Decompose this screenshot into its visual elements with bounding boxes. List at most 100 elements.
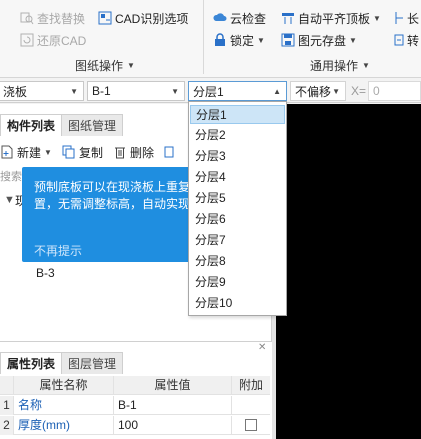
ribbon-separator: [203, 0, 204, 74]
element-save-label: 图元存盘: [298, 33, 347, 48]
common-ops-group-label[interactable]: 通用操作 ▼: [310, 57, 370, 74]
chevron-down-icon: ▼: [332, 87, 340, 96]
dropdown-option[interactable]: 分层4: [190, 168, 285, 187]
table-row[interactable]: 2 厚度(mm) 100: [0, 416, 270, 435]
chevron-down-icon: ▼: [44, 147, 52, 157]
convert-label: 转: [407, 33, 420, 48]
new-label: 新建: [17, 145, 42, 160]
property-toolbar: 浇板 ▼ B-1 ▼ 分层1 ▲ 不偏移 ▼ X= 0: [0, 79, 421, 103]
table-row[interactable]: 1 名称 B-1: [0, 396, 270, 415]
restore-cad-label: 还原CAD: [37, 33, 87, 48]
tree-item-b3[interactable]: B-3: [36, 266, 55, 280]
dropdown-option[interactable]: 分层10: [190, 294, 285, 313]
restore-cad-button[interactable]: 还原CAD: [20, 31, 86, 49]
chevron-down-icon: ▼: [257, 35, 265, 45]
more-button[interactable]: [164, 145, 178, 159]
lock-icon: [213, 33, 227, 47]
tooltip-text: 预制底板可以在现浇板上重复布置，无需调整标高，自动实现扣减: [34, 180, 215, 211]
dropdown-option[interactable]: 分层8: [190, 252, 285, 271]
tab-drawing-management[interactable]: 图纸管理: [61, 114, 124, 136]
component-toolbar: 新建 ▼ 复制 删除: [0, 142, 178, 162]
chevron-down-icon: ▼: [362, 61, 370, 70]
component-name-combo[interactable]: B-1 ▼: [87, 81, 185, 101]
copy-button[interactable]: 复制: [62, 144, 103, 161]
trash-icon: [113, 145, 127, 159]
cad-options-label: CAD识别选项: [115, 11, 189, 26]
x-input[interactable]: 0: [368, 81, 421, 101]
ribbon: 查找替换 CAD识别选项 还原CAD 图纸操作 ▼ 云检查 自动平齐顶板 ▼ 长: [0, 0, 421, 78]
delete-label: 删除: [129, 145, 154, 160]
category-combo[interactable]: 浇板 ▼: [0, 81, 84, 101]
column-header: 属性值: [114, 376, 232, 395]
feature-tooltip: 预制底板可以在现浇板上重复布置，无需调整标高，自动实现扣减 不再提示: [22, 167, 214, 262]
find-replace-button[interactable]: 查找替换: [20, 9, 85, 27]
chevron-down-icon: ▼: [349, 35, 357, 45]
lock-label: 锁定: [230, 33, 255, 48]
property-name: 名称: [14, 396, 114, 415]
dropdown-option[interactable]: 分层5: [190, 189, 285, 208]
tab-property-list[interactable]: 属性列表: [0, 352, 63, 374]
property-value[interactable]: B-1: [114, 396, 232, 415]
component-panel-tabs: 构件列表 图纸管理: [0, 114, 124, 136]
dropdown-option[interactable]: 分层3: [190, 147, 285, 166]
new-button[interactable]: 新建 ▼: [0, 144, 52, 161]
layer-combo[interactable]: 分层1 ▲: [188, 81, 287, 101]
element-save-button[interactable]: 图元存盘 ▼: [281, 31, 357, 49]
row-index: 2: [0, 416, 14, 435]
table-header: 属性名称 属性值 附加: [0, 376, 270, 395]
offset-combo[interactable]: 不偏移 ▼: [290, 81, 346, 101]
drawing-ops-group-label[interactable]: 图纸操作 ▼: [75, 57, 135, 74]
lock-button[interactable]: 锁定 ▼: [213, 31, 265, 49]
cad-options-button[interactable]: CAD识别选项: [98, 9, 188, 27]
row-index: 1: [0, 396, 14, 415]
category-combo-value: 浇板: [3, 84, 28, 99]
auto-flush-slab-button[interactable]: 自动平齐顶板 ▼: [281, 9, 381, 27]
chevron-down-icon: ▼: [70, 87, 78, 96]
ruler-icon: [394, 11, 404, 25]
dropdown-option[interactable]: 分层9: [190, 273, 285, 292]
convert-icon: [394, 33, 404, 47]
dont-show-again-link[interactable]: 不再提示: [34, 242, 82, 259]
layer-combo-value: 分层1: [193, 84, 224, 99]
common-ops-group-text: 通用操作: [310, 59, 359, 73]
layer-dropdown-list: 分层1 分层2 分层3 分层4 分层5 分层6 分层7 分层8 分层9 分层10: [188, 101, 287, 316]
save-icon: [281, 33, 295, 47]
column-header: 附加: [238, 378, 263, 392]
component-name-value: B-1: [92, 84, 111, 98]
restore-cad-icon: [20, 33, 34, 47]
cloud-check-button[interactable]: 云检查: [213, 9, 266, 27]
dropdown-option[interactable]: 分层2: [190, 126, 285, 145]
tree-expand-icon[interactable]: ▼: [4, 194, 15, 206]
cad-options-icon: [98, 11, 112, 25]
chevron-up-icon: ▲: [273, 87, 281, 96]
chevron-down-icon: ▼: [171, 87, 179, 96]
delete-button[interactable]: 删除: [113, 144, 154, 161]
tab-component-list[interactable]: 构件列表: [0, 114, 63, 136]
property-name: 厚度(mm): [14, 416, 114, 435]
dropdown-option[interactable]: 分层7: [190, 231, 285, 250]
convert-button[interactable]: 转: [394, 31, 419, 49]
tab-layer-management[interactable]: 图层管理: [61, 352, 124, 374]
flush-slab-icon: [281, 11, 295, 25]
property-panel-tabs: 属性列表 图层管理: [0, 352, 124, 374]
drawing-canvas[interactable]: [276, 104, 421, 439]
dropdown-option[interactable]: 分层1: [190, 105, 285, 124]
new-doc-icon: [0, 145, 14, 159]
layer-copy-icon: [164, 145, 178, 159]
length-button[interactable]: 长: [394, 9, 419, 27]
chevron-down-icon: ▼: [127, 61, 135, 70]
close-icon[interactable]: ✕: [258, 342, 266, 353]
property-panel: ✕ 属性列表 图层管理 属性名称 属性值 附加 1 名称 B-1 2 厚度(mm…: [0, 341, 272, 439]
cloud-check-label: 云检查: [230, 11, 267, 26]
offset-combo-value: 不偏移: [295, 84, 332, 99]
drawing-ops-group-text: 图纸操作: [75, 59, 124, 73]
copy-label: 复制: [78, 145, 103, 160]
chevron-down-icon: ▼: [373, 13, 381, 23]
cloud-check-icon: [213, 11, 227, 25]
copy-icon: [62, 145, 76, 159]
x-input-value: 0: [373, 84, 380, 98]
dropdown-option[interactable]: 分层6: [190, 210, 285, 229]
find-replace-icon: [20, 11, 34, 25]
property-value[interactable]: 100: [114, 416, 232, 435]
attach-checkbox[interactable]: [245, 419, 257, 431]
